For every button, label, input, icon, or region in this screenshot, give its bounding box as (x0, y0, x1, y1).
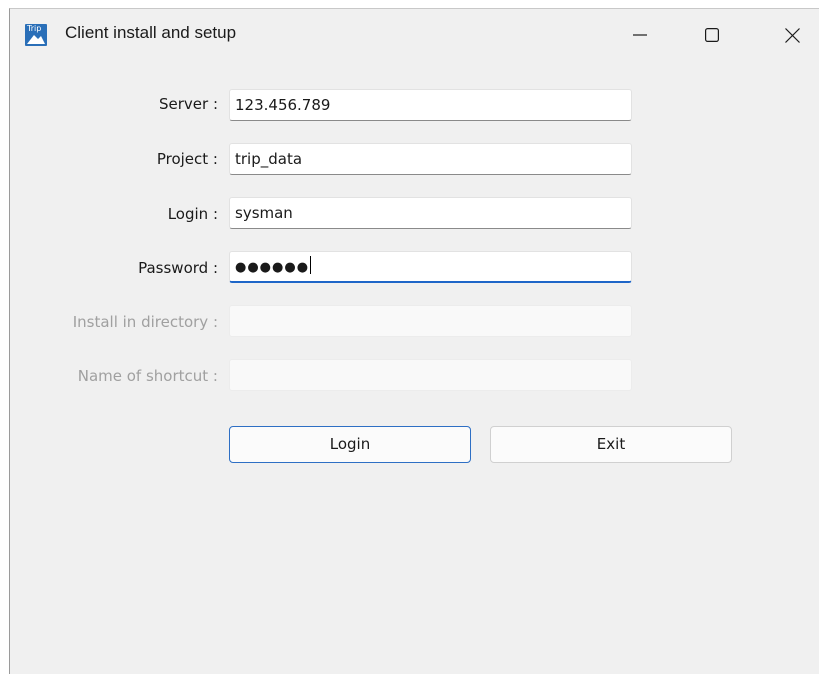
app-logo-icon: Trip (25, 24, 47, 46)
setup-window: Trip Client install and setup Server : 1… (9, 8, 819, 674)
server-label: Server : (158, 95, 218, 113)
server-input[interactable]: 123.456.789 (229, 89, 632, 121)
maximize-icon (705, 28, 719, 42)
password-input[interactable]: ●●●●●● (229, 251, 632, 283)
password-mask: ●●●●●● (235, 260, 310, 275)
close-icon (784, 27, 800, 43)
maximize-button[interactable] (682, 9, 742, 61)
install-directory-label: Install in directory : (72, 313, 218, 331)
minimize-button[interactable] (610, 9, 670, 61)
minimize-icon (633, 34, 647, 36)
shortcut-name-input (229, 359, 632, 391)
project-input[interactable]: trip_data (229, 143, 632, 175)
project-label: Project : (156, 150, 218, 168)
password-label: Password : (138, 259, 218, 277)
login-label: Login : (167, 205, 218, 223)
login-input[interactable]: sysman (229, 197, 632, 229)
login-button[interactable]: Login (229, 426, 471, 463)
text-caret (310, 256, 312, 274)
title-bar[interactable]: Trip Client install and setup (10, 9, 819, 61)
close-button[interactable] (762, 9, 819, 61)
exit-button[interactable]: Exit (490, 426, 732, 463)
window-title: Client install and setup (65, 23, 237, 42)
install-directory-input (229, 305, 632, 337)
shortcut-name-label: Name of shortcut : (77, 367, 218, 385)
